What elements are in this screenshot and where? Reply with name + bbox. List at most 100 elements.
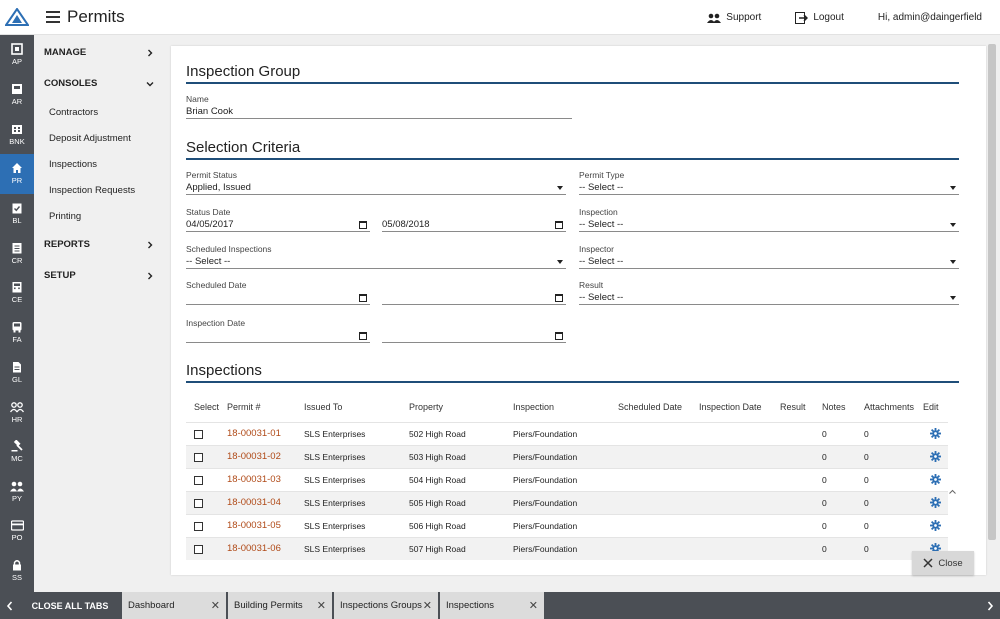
col-inspection-date[interactable]: Inspection Date <box>699 402 762 412</box>
col-scheduled-date[interactable]: Scheduled Date <box>618 402 682 412</box>
status-date-to[interactable]: 05/08/2018 <box>382 207 566 232</box>
support-label: Support <box>726 12 762 23</box>
row-select-checkbox[interactable] <box>194 545 203 554</box>
edit-gear-icon[interactable] <box>930 451 941 462</box>
col-result[interactable]: Result <box>780 402 806 412</box>
cell-attachments: 0 <box>864 521 869 531</box>
calendar-icon[interactable] <box>555 220 563 229</box>
calendar-icon[interactable] <box>359 331 367 340</box>
rail-item-ss[interactable]: SS <box>0 551 34 591</box>
rail-label: CE <box>11 295 23 305</box>
calendar-icon[interactable] <box>359 220 367 229</box>
user-greeting[interactable]: Hi, admin@daingerfield <box>878 12 982 23</box>
edit-gear-icon[interactable] <box>930 474 941 485</box>
support-link[interactable]: Support <box>707 12 761 23</box>
rail-label: FA <box>12 335 22 345</box>
cell-permit[interactable]: 18-00031-02 <box>227 451 281 462</box>
row-select-checkbox[interactable] <box>194 476 203 485</box>
inspection-date-to[interactable] <box>382 318 566 343</box>
table-scroll-up-icon[interactable] <box>948 424 957 561</box>
rail-item-py[interactable]: PY <box>0 472 34 512</box>
permit-type-select[interactable]: Permit Type -- Select -- <box>579 170 959 195</box>
rail-item-mc[interactable]: MC <box>0 432 34 472</box>
nav-item-inspection-requests[interactable]: Inspection Requests <box>34 177 170 203</box>
cell-permit[interactable]: 18-00031-03 <box>227 474 281 485</box>
nav-item-deposit-adjustment[interactable]: Deposit Adjustment <box>34 125 170 151</box>
col-property[interactable]: Property <box>409 402 443 412</box>
row-select-checkbox[interactable] <box>194 453 203 462</box>
scheduled-date-to[interactable] <box>382 280 566 305</box>
tab-dashboard[interactable]: Dashboard ✕ <box>122 592 226 619</box>
close-all-tabs-button[interactable]: CLOSE ALL TABS <box>20 592 120 619</box>
rail-item-ar[interactable]: AR <box>0 75 34 115</box>
table-row: 18-00031-01 SLS Enterprises 502 High Road P… <box>186 422 948 445</box>
calendar-icon[interactable] <box>359 293 367 302</box>
col-inspection[interactable]: Inspection <box>513 402 554 412</box>
nav-reports[interactable]: REPORTS <box>34 229 170 260</box>
rail-item-pr[interactable]: PR <box>0 154 34 194</box>
calendar-icon[interactable] <box>555 293 563 302</box>
app-logo[interactable] <box>0 0 34 35</box>
col-notes[interactable]: Notes <box>822 402 846 412</box>
rail-item-bnk[interactable]: BNK <box>0 114 34 154</box>
scheduled-inspections-value: -- Select -- <box>186 256 231 267</box>
tab-inspections-groups[interactable]: Inspections Groups ✕ <box>334 592 438 619</box>
cell-permit[interactable]: 18-00031-04 <box>227 497 281 508</box>
edit-gear-icon[interactable] <box>930 520 941 531</box>
col-select[interactable]: Select <box>194 402 219 412</box>
edit-gear-icon[interactable] <box>930 428 941 439</box>
tab-close-icon[interactable]: ✕ <box>317 599 326 612</box>
tab-close-icon[interactable]: ✕ <box>423 599 432 612</box>
status-date-from[interactable]: Status Date 04/05/2017 <box>186 207 370 232</box>
rail-item-bl[interactable]: BL <box>0 194 34 234</box>
rail-item-fa[interactable]: FA <box>0 313 34 353</box>
caret-down-icon <box>950 259 956 264</box>
nav-item-printing[interactable]: Printing <box>34 203 170 229</box>
tab-building-permits[interactable]: Building Permits ✕ <box>228 592 332 619</box>
inspection-date-from[interactable]: Inspection Date <box>186 318 370 343</box>
rail-label: GL <box>11 374 22 384</box>
nav-manage[interactable]: MANAGE <box>34 37 170 68</box>
close-button[interactable]: Close <box>912 551 974 575</box>
rail-item-cr[interactable]: CR <box>0 233 34 273</box>
inspection-select[interactable]: Inspection -- Select -- <box>579 207 959 232</box>
tabs-scroll-right[interactable] <box>980 592 1000 619</box>
scheduled-date-from[interactable]: Scheduled Date <box>186 280 370 305</box>
row-select-checkbox[interactable] <box>194 522 203 531</box>
col-attachments[interactable]: Attachments <box>864 402 914 412</box>
inspector-select[interactable]: Inspector -- Select -- <box>579 244 959 269</box>
row-select-checkbox[interactable] <box>194 430 203 439</box>
rail-item-ap[interactable]: AP <box>0 35 34 75</box>
permit-status-label: Permit Status <box>186 170 238 180</box>
rail-label: SS <box>11 573 22 583</box>
cell-permit[interactable]: 18-00031-05 <box>227 520 281 531</box>
caret-down-icon <box>557 185 563 190</box>
permit-status-select[interactable]: Permit Status Applied, Issued <box>186 170 566 195</box>
rail-item-po[interactable]: PO <box>0 511 34 551</box>
result-select[interactable]: Result -- Select -- <box>579 280 959 305</box>
nav-setup[interactable]: SETUP <box>34 260 170 291</box>
page-scrollbar[interactable] <box>988 44 996 540</box>
calendar-icon[interactable] <box>555 331 563 340</box>
name-field[interactable]: Name Brian Cook <box>186 94 572 119</box>
row-select-checkbox[interactable] <box>194 499 203 508</box>
rail-item-gl[interactable]: GL <box>0 353 34 393</box>
menu-icon[interactable] <box>46 11 60 23</box>
tabs-scroll-left[interactable] <box>0 592 20 619</box>
rail-item-hr[interactable]: HR <box>0 392 34 432</box>
nav-item-contractors[interactable]: Contractors <box>34 99 170 125</box>
tab-close-icon[interactable]: ✕ <box>211 599 220 612</box>
edit-gear-icon[interactable] <box>930 497 941 508</box>
nav-consoles[interactable]: CONSOLES <box>34 68 170 99</box>
col-issued-to[interactable]: Issued To <box>304 402 342 412</box>
cell-permit[interactable]: 18-00031-01 <box>227 428 281 439</box>
tab-close-icon[interactable]: ✕ <box>529 599 538 612</box>
col-permit[interactable]: Permit # <box>227 402 261 412</box>
tab-inspections[interactable]: Inspections ✕ <box>440 592 544 619</box>
close-icon <box>923 558 933 568</box>
scheduled-inspections-select[interactable]: Scheduled Inspections -- Select -- <box>186 244 566 269</box>
rail-item-ce[interactable]: CE <box>0 273 34 313</box>
cell-permit[interactable]: 18-00031-06 <box>227 543 281 554</box>
logout-link[interactable]: Logout <box>795 11 844 24</box>
nav-item-inspections[interactable]: Inspections <box>34 151 170 177</box>
